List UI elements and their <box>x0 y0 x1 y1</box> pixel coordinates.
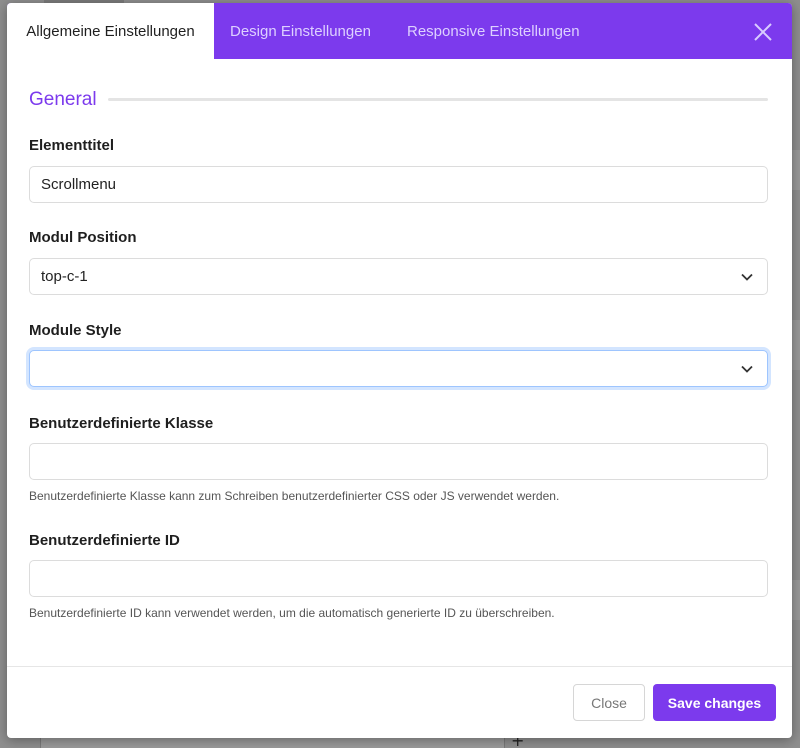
element-title-input[interactable]: Scrollmenu <box>29 166 768 203</box>
module-position-value: top-c-1 <box>41 268 88 285</box>
background-element <box>792 580 800 620</box>
module-position-label: Modul Position <box>29 229 137 246</box>
background-element <box>792 320 800 370</box>
tab-responsive-settings[interactable]: Responsive Einstellungen <box>407 3 580 59</box>
settings-modal: Allgemeine Einstellungen Design Einstell… <box>7 3 792 738</box>
custom-class-label: Benutzerdefinierte Klasse <box>29 415 214 432</box>
close-button[interactable]: Close <box>573 684 645 721</box>
custom-id-label: Benutzerdefinierte ID <box>29 532 180 549</box>
custom-class-help: Benutzerdefinierte Klasse kann zum Schre… <box>29 489 560 503</box>
chevron-down-icon <box>741 273 753 281</box>
tab-design-settings[interactable]: Design Einstellungen <box>230 3 371 59</box>
chevron-down-icon <box>741 365 753 373</box>
module-style-label: Module Style <box>29 322 122 339</box>
custom-id-help: Benutzerdefinierte ID kann verwendet wer… <box>29 606 555 620</box>
custom-class-input[interactable] <box>29 443 768 480</box>
close-icon[interactable] <box>752 21 774 43</box>
module-position-select[interactable]: top-c-1 <box>29 258 768 295</box>
element-title-value: Scrollmenu <box>41 176 117 193</box>
background-element <box>792 150 800 190</box>
element-title-label: Elementtitel <box>29 137 115 154</box>
modal-footer: Close Save changes <box>7 666 792 738</box>
section-divider <box>108 98 768 101</box>
save-changes-button[interactable]: Save changes <box>653 684 776 721</box>
modal-header: Allgemeine Einstellungen Design Einstell… <box>7 3 792 59</box>
modal-body: General Elementtitel Scrollmenu Modul Po… <box>7 59 792 666</box>
section-legend: General <box>29 89 97 110</box>
module-style-select[interactable] <box>29 350 768 387</box>
custom-id-input[interactable] <box>29 560 768 597</box>
tab-general-settings[interactable]: Allgemeine Einstellungen <box>7 3 214 59</box>
